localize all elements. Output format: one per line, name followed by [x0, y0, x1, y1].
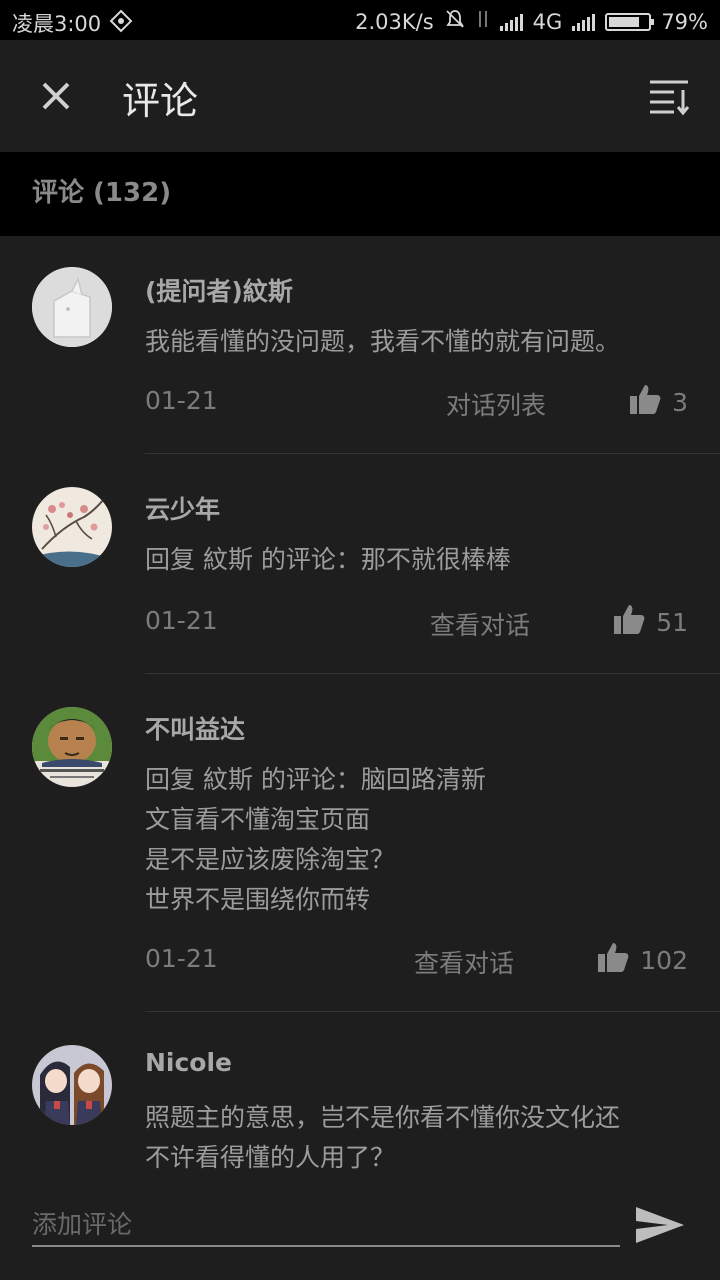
like-button[interactable]: 3: [628, 382, 688, 422]
thumbs-up-icon: [596, 940, 630, 980]
comment-line: 不许看得懂的人用了？: [145, 1143, 396, 1172]
comment-body: 回复 紋斯 的评论：脑回路清新 文盲看不懂淘宝页面 是不是应该废除淘宝？ 世界不…: [145, 760, 695, 920]
network-speed: 2.03K/s: [355, 9, 434, 34]
avatar[interactable]: [32, 487, 112, 567]
close-icon[interactable]: [34, 74, 78, 118]
comment-body: 照题主的意思，岂不是你看不懂你没文化还 不许看得懂的人用了？: [145, 1098, 695, 1175]
like-button[interactable]: 51: [612, 602, 688, 642]
avatar[interactable]: [32, 1045, 112, 1125]
comment-item[interactable]: 云少年 回复 紋斯 的评论：那不就很棒棒 01-21 查看对话 51: [0, 454, 720, 674]
network-type: 4G: [532, 9, 563, 34]
comment-item[interactable]: Nicole 照题主的意思，岂不是你看不懂你没文化还 不许看得懂的人用了？: [0, 1012, 720, 1175]
send-icon[interactable]: [634, 1203, 686, 1247]
comment-date: 01-21: [145, 944, 218, 973]
avatar[interactable]: [32, 707, 112, 787]
app-bar: 评论: [0, 40, 720, 152]
comment-line: 是不是应该废除淘宝？: [145, 845, 396, 874]
comment-author[interactable]: 云少年: [145, 490, 220, 526]
comment-item[interactable]: 不叫益达 回复 紋斯 的评论：脑回路清新 文盲看不懂淘宝页面 是不是应该废除淘宝…: [0, 674, 720, 1012]
comments-section-header: 评论 (132): [0, 152, 720, 236]
comment-line: 照题主的意思，岂不是你看不懂你没文化还: [145, 1103, 621, 1132]
signal-icon-2: [572, 13, 596, 31]
battery-icon: [605, 12, 655, 31]
comment-date: 01-21: [145, 606, 218, 635]
status-bar: 凌晨3:00 2.03K/s 4G 79%: [0, 0, 720, 40]
comment-composer: [0, 1175, 720, 1280]
comment-author[interactable]: (提问者)紋斯: [145, 272, 293, 308]
signal-icon: [499, 13, 523, 31]
like-count: 3: [672, 387, 688, 417]
comment-body: 我能看懂的没问题，我看不懂的就有问题。: [145, 322, 695, 362]
avatar[interactable]: [32, 267, 112, 347]
view-conversation-link[interactable]: 查看对话: [430, 606, 530, 642]
like-button[interactable]: 102: [596, 940, 688, 980]
thumbs-up-icon: [612, 602, 646, 642]
comment-line: 回复 紋斯 的评论：那不就很棒棒: [145, 545, 511, 574]
sort-icon[interactable]: [648, 76, 692, 116]
status-time: 凌晨3:00: [12, 12, 102, 36]
thumbs-up-icon: [628, 382, 662, 422]
comment-author[interactable]: 不叫益达: [145, 710, 245, 746]
like-count: 51: [656, 607, 688, 637]
comments-count-title: 评论 (132): [32, 178, 172, 208]
like-count: 102: [640, 945, 688, 975]
page-title: 评论: [122, 79, 199, 123]
comment-date: 01-21: [145, 386, 218, 415]
comment-author[interactable]: Nicole: [145, 1048, 232, 1077]
conversation-list-link[interactable]: 对话列表: [446, 386, 546, 422]
comment-line: 世界不是围绕你而转: [145, 885, 371, 914]
comment-input[interactable]: [32, 1203, 620, 1247]
mute-icon: [444, 8, 466, 35]
view-conversation-link[interactable]: 查看对话: [414, 944, 514, 980]
comment-line: 文盲看不懂淘宝页面: [145, 805, 371, 834]
battery-percent: 79%: [661, 9, 708, 34]
comment-body: 回复 紋斯 的评论：那不就很棒棒: [145, 540, 695, 580]
comment-line: 回复 紋斯 的评论：脑回路清新: [145, 765, 486, 794]
app-notification-icon: [109, 9, 133, 38]
data-transfer-icon: [476, 9, 490, 34]
comment-item[interactable]: (提问者)紋斯 我能看懂的没问题，我看不懂的就有问题。 01-21 对话列表 3: [0, 236, 720, 454]
comment-line: 我能看懂的没问题，我看不懂的就有问题。: [145, 327, 621, 356]
battery-level: [609, 16, 640, 27]
